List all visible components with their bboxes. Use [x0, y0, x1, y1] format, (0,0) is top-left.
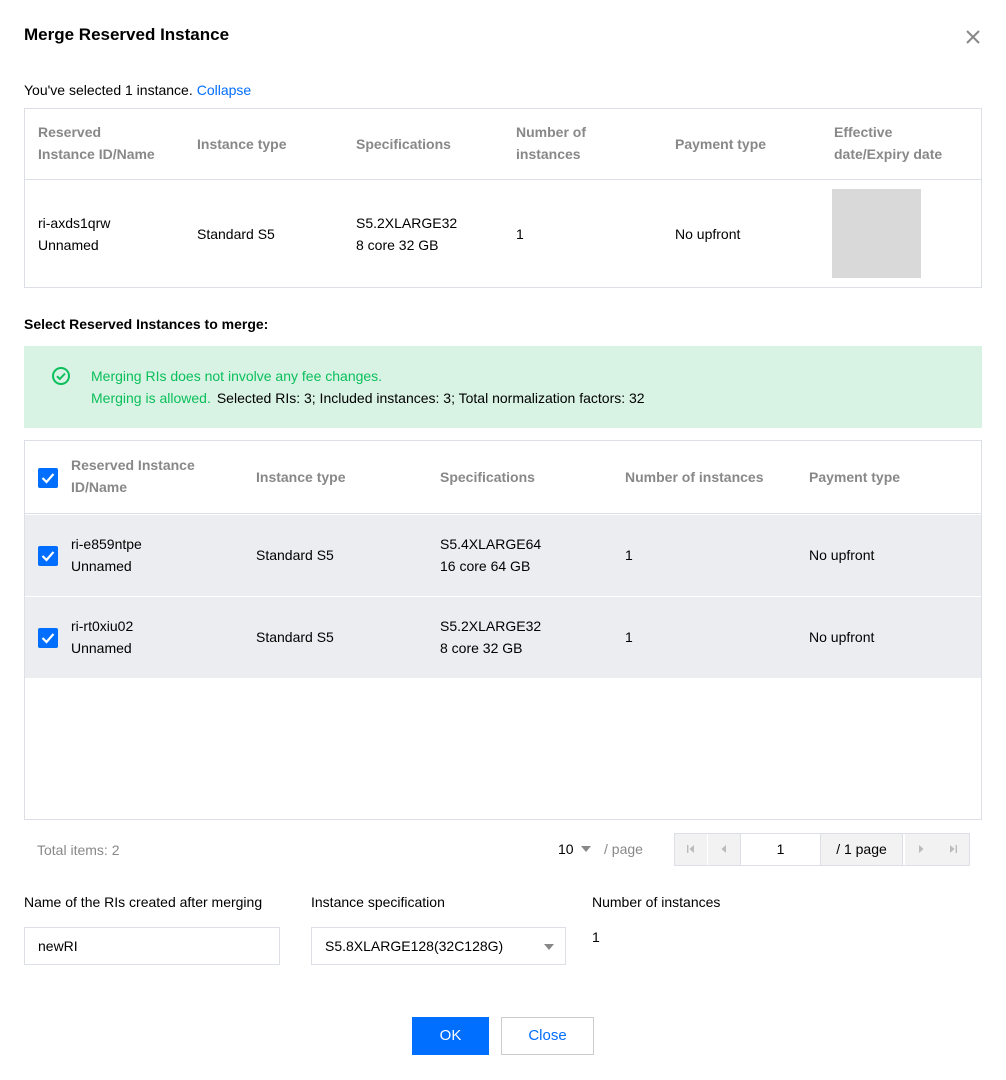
header-ri-id-line2: ID/Name [71, 479, 128, 495]
close-icon[interactable] [962, 26, 984, 48]
ri-id-name-cell: ri-e859ntpe Unnamed [71, 533, 142, 577]
ri-name: Unnamed [38, 237, 99, 253]
spec-detail: 8 core 32 GB [356, 237, 439, 253]
total-pages-label: / 1 page [821, 834, 903, 865]
table-row[interactable]: ri-rt0xiu02 Unnamed Standard S5 S5.2XLAR… [25, 597, 981, 678]
page-number-input[interactable]: 1 [740, 834, 821, 865]
header-instance-type: Instance type [256, 469, 346, 485]
selected-instance-table: Reserved Instance ID/Name Instance type … [24, 108, 982, 288]
dialog-title: Merge Reserved Instance [24, 25, 230, 44]
ri-id: ri-e859ntpe [71, 536, 142, 552]
ri-name: Unnamed [71, 558, 132, 574]
table-header: Reserved Instance ID/Name Instance type … [25, 109, 981, 180]
first-page-icon[interactable] [675, 834, 707, 865]
header-ri-id-name: Reserved Instance ID/Name [38, 121, 155, 165]
per-page-label: / page [604, 841, 643, 857]
instance-spec-select[interactable]: S5.8XLARGE128(32C128G) [311, 927, 566, 965]
spec-detail: 8 core 32 GB [440, 640, 523, 656]
ri-name: Unnamed [71, 640, 132, 656]
header-ri-id-line1: Reserved [38, 124, 102, 140]
ri-id-name-cell: ri-axds1qrw Unnamed [38, 212, 110, 256]
header-number-of-instances: Number of instances [625, 469, 764, 485]
instance-count-cell: 1 [516, 226, 524, 242]
ri-id-name-cell: ri-rt0xiu02 Unnamed [71, 615, 133, 659]
header-payment-type: Payment type [809, 469, 901, 485]
select-all-checkbox[interactable] [38, 468, 58, 488]
instance-count-label: Number of instances [592, 894, 721, 910]
table-row: ri-axds1qrw Unnamed Standard S5 S5.2XLAR… [25, 181, 981, 287]
chevron-down-icon [544, 944, 554, 950]
specifications-cell: S5.2XLARGE32 8 core 32 GB [356, 212, 457, 256]
payment-type-cell: No upfront [809, 629, 875, 645]
instance-type-cell: Standard S5 [256, 629, 334, 645]
fee-message: Merging RIs does not involve any fee cha… [91, 368, 383, 384]
selected-summary: You've selected 1 instance. Collapse [24, 82, 251, 98]
header-specifications: Specifications [440, 469, 535, 485]
row-checkbox[interactable] [38, 546, 58, 566]
ri-name-label: Name of the RIs created after merging [24, 894, 263, 910]
page-size-value: 10 [558, 841, 574, 857]
ri-id: ri-rt0xiu02 [71, 618, 134, 634]
merge-allowed-text: Merging is allowed. [91, 390, 211, 406]
header-payment-type: Payment type [675, 136, 767, 152]
ri-name-input[interactable]: newRI [24, 927, 280, 965]
last-page-icon[interactable] [937, 834, 969, 865]
header-date-line2: date/Expiry date [834, 146, 943, 162]
specifications-cell: S5.4XLARGE64 16 core 64 GB [440, 533, 541, 577]
page-size-select[interactable]: 10 [558, 841, 591, 857]
prev-page-icon[interactable] [708, 834, 740, 865]
selected-count-text: You've selected 1 instance. [24, 82, 193, 98]
ri-id: ri-axds1qrw [38, 215, 111, 231]
merge-status-alert: Merging RIs does not involve any fee cha… [24, 346, 982, 428]
header-ri-id-line1: Reserved Instance [71, 457, 195, 473]
merge-summary-text: Selected RIs: 3; Included instances: 3; … [216, 390, 645, 406]
payment-type-cell: No upfront [675, 226, 741, 242]
pagination: 1 / 1 page [674, 833, 970, 866]
instance-count-cell: 1 [625, 629, 633, 645]
instance-type-cell: Standard S5 [197, 226, 275, 242]
next-page-icon[interactable] [905, 834, 937, 865]
spec-detail: 16 core 64 GB [440, 558, 531, 574]
specifications-cell: S5.2XLARGE32 8 core 32 GB [440, 615, 541, 659]
total-items: Total items: 2 [37, 842, 120, 858]
payment-type-cell: No upfront [809, 547, 875, 563]
instance-spec-label: Instance specification [311, 894, 445, 910]
instance-type-cell: Standard S5 [256, 547, 334, 563]
collapse-link[interactable]: Collapse [197, 82, 251, 98]
header-effective-expiry-date: Effective date/Expiry date [834, 121, 942, 165]
merge-section-title: Select Reserved Instances to merge: [24, 316, 269, 332]
spec-model: S5.2XLARGE32 [440, 618, 542, 634]
header-ri-id-line2: Instance ID/Name [38, 146, 155, 162]
row-checkbox[interactable] [38, 628, 58, 648]
header-count-line1: Number of [516, 124, 586, 140]
merge-selection-table: Reserved Instance ID/Name Instance type … [24, 440, 982, 820]
spec-model: S5.2XLARGE32 [356, 215, 458, 231]
instance-spec-value: S5.8XLARGE128(32C128G) [325, 938, 504, 954]
ok-button[interactable]: OK [412, 1017, 489, 1055]
merge-summary: Merging is allowed. Selected RIs: 3; Incl… [91, 388, 645, 408]
instance-count-cell: 1 [625, 547, 633, 563]
header-count-line2: instances [516, 146, 581, 162]
header-date-line1: Effective [834, 124, 893, 140]
date-placeholder [832, 189, 921, 278]
header-specifications: Specifications [356, 136, 451, 152]
chevron-down-icon [580, 846, 591, 852]
header-ri-id-name: Reserved Instance ID/Name [71, 454, 195, 498]
close-button[interactable]: Close [501, 1017, 594, 1055]
header-instance-type: Instance type [197, 136, 287, 152]
spec-model: S5.4XLARGE64 [440, 536, 542, 552]
check-circle-icon [51, 366, 71, 386]
instance-count-value: 1 [592, 929, 600, 945]
table-row[interactable]: ri-e859ntpe Unnamed Standard S5 S5.4XLAR… [25, 515, 981, 596]
header-number-of-instances: Number of instances [516, 121, 586, 165]
table-header: Reserved Instance ID/Name Instance type … [25, 441, 981, 514]
